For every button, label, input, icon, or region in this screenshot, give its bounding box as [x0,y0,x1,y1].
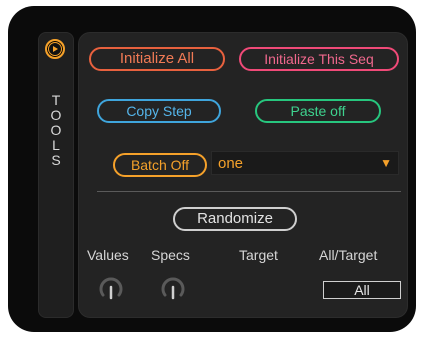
target-label: Target [239,247,278,263]
tools-letter: S [51,152,61,168]
device-frame: T O O L S Initialize All Initialize This… [8,6,416,332]
values-knob[interactable] [97,273,125,301]
batch-toggle-button[interactable]: Batch Off [113,153,207,177]
initialize-all-button[interactable]: Initialize All [89,47,225,71]
tools-letter: T [51,92,61,108]
tools-vertical-label: T O O L S [39,93,73,168]
tools-letter: O [50,122,62,138]
dropdown-selected-value: one [218,155,244,172]
values-label: Values [87,247,129,263]
triangle-down-icon: ▼ [380,156,392,170]
initialize-this-seq-button[interactable]: Initialize This Seq [239,47,399,71]
play-toggle-icon[interactable] [45,39,65,59]
tools-letter: L [52,137,60,153]
batch-mode-dropdown[interactable]: one ▼ [211,151,399,175]
paste-toggle-button[interactable]: Paste off [255,99,381,123]
all-target-label: All/Target [319,247,378,263]
play-icon [49,43,61,55]
specs-knob[interactable] [159,273,187,301]
specs-label: Specs [151,247,190,263]
tools-sidebar: T O O L S [38,32,74,318]
randomize-button[interactable]: Randomize [173,207,297,231]
divider [97,191,401,192]
copy-step-button[interactable]: Copy Step [97,99,221,123]
target-selector[interactable]: All [323,281,401,299]
tools-panel: Initialize All Initialize This Seq Copy … [78,32,408,318]
tools-letter: O [50,107,62,123]
